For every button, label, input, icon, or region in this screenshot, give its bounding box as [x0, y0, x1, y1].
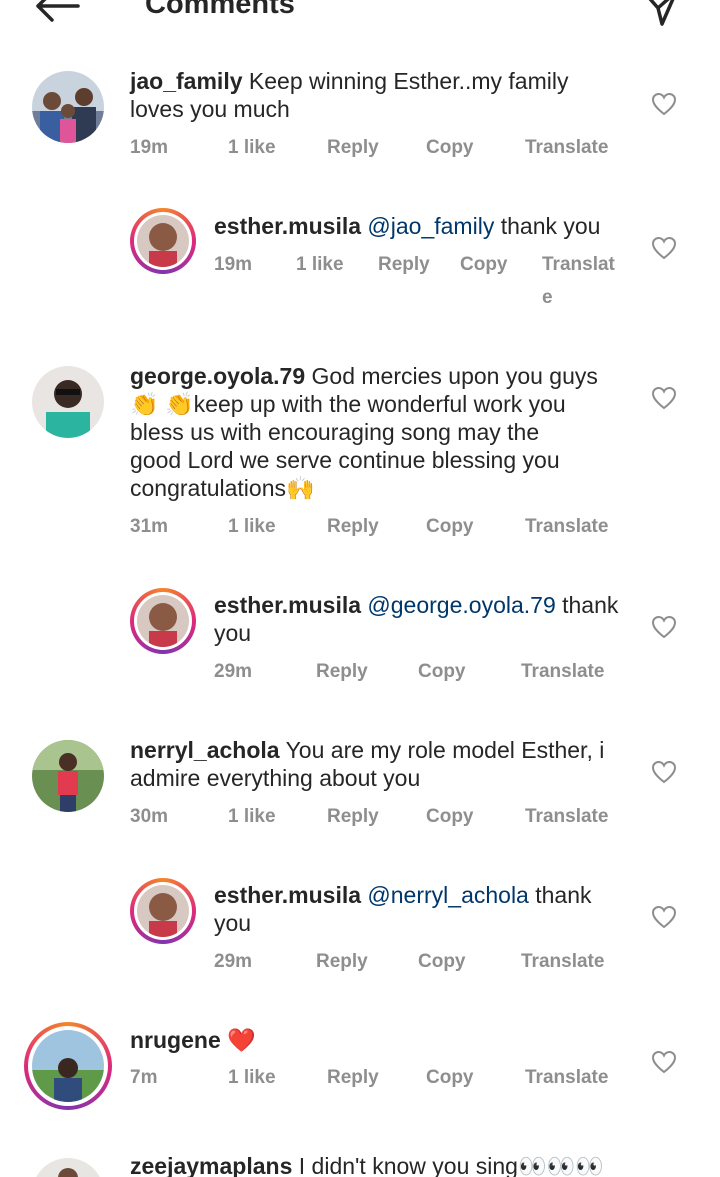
comment-likes[interactable]: 1 like	[296, 254, 344, 276]
avatar[interactable]	[32, 1158, 104, 1177]
translate-button[interactable]: Translate	[525, 137, 608, 159]
comment-time: 19m	[214, 254, 253, 275]
heart-outline-icon[interactable]	[651, 905, 677, 929]
comment-username[interactable]: jao_family	[130, 68, 243, 94]
comment-likes[interactable]: 1 like	[228, 1067, 276, 1089]
avatar[interactable]	[32, 71, 104, 143]
mention-link[interactable]: @jao_family	[367, 213, 494, 239]
translate-button-wrap[interactable]: e	[542, 287, 553, 309]
comment-text: zeejaymaplans I didn't know you sing👀👀👀	[130, 1152, 690, 1177]
reply-button[interactable]: Reply	[316, 661, 368, 683]
comment-time: 29m	[214, 661, 253, 682]
comment-username[interactable]: esther.musila	[214, 592, 361, 618]
comment-username[interactable]: esther.musila	[214, 213, 361, 239]
reply-button[interactable]: Reply	[327, 806, 379, 828]
comment-text: jao_family Keep winning Esther..my famil…	[130, 67, 630, 123]
avatar[interactable]	[130, 878, 196, 944]
comment-body-line-2: loves you much	[130, 96, 290, 122]
heart-outline-icon[interactable]	[651, 386, 677, 410]
heart-outline-icon[interactable]	[651, 760, 677, 784]
comment-body-line-5: congratulations🙌	[130, 475, 315, 501]
comment-likes[interactable]: 1 like	[228, 137, 276, 159]
heart-outline-icon[interactable]	[651, 236, 677, 260]
comment-body-line-2: you	[214, 910, 252, 936]
comment-likes[interactable]: 1 like	[228, 516, 276, 538]
comment-text: esther.musila @nerryl_achola thank you	[214, 881, 634, 937]
comment-text: esther.musila @george.oyola.79 thank you	[214, 591, 634, 647]
comment-text: esther.musila @jao_family thank you	[214, 212, 634, 240]
translate-button[interactable]: Translate	[525, 1067, 608, 1089]
arrow-left-icon[interactable]	[32, 0, 82, 26]
comment-time: 31m	[130, 516, 169, 537]
mention-link[interactable]: @george.oyola.79	[367, 592, 555, 618]
translate-button[interactable]: Translate	[521, 951, 604, 973]
copy-button[interactable]: Copy	[426, 516, 474, 538]
heart-outline-icon[interactable]	[651, 1050, 677, 1074]
comment-time: 30m	[130, 806, 169, 827]
comment-username[interactable]: zeejaymaplans	[130, 1153, 292, 1177]
avatar[interactable]	[32, 740, 104, 812]
comment-body-line-2: you	[214, 620, 252, 646]
comment-body-line-2: 👏 👏keep up with the wonderful work you	[130, 391, 566, 417]
comment-body: I didn't know you sing👀👀👀	[298, 1153, 604, 1177]
translate-button[interactable]: Translate	[525, 806, 608, 828]
reply-button[interactable]: Reply	[327, 1067, 379, 1089]
comment-likes[interactable]: 1 like	[228, 806, 276, 828]
comment-time: 19m	[130, 137, 169, 158]
translate-button[interactable]: Translat	[542, 254, 615, 276]
copy-button[interactable]: Copy	[460, 254, 508, 276]
avatar[interactable]	[130, 588, 196, 654]
avatar[interactable]	[24, 1022, 112, 1110]
comment-username[interactable]: nerryl_achola	[130, 737, 280, 763]
avatar[interactable]	[130, 208, 196, 274]
comment-time: 7m	[130, 1067, 158, 1088]
copy-button[interactable]: Copy	[426, 1067, 474, 1089]
comment-text: nerryl_achola You are my role model Esth…	[130, 736, 630, 792]
comment-text: george.oyola.79 God mercies upon you guy…	[130, 362, 630, 502]
comment-text: nrugene ❤️	[130, 1026, 630, 1054]
comment-username[interactable]: nrugene	[130, 1027, 221, 1053]
translate-button[interactable]: Translate	[525, 516, 608, 538]
comment-body: thank you	[500, 213, 601, 239]
comment-username[interactable]: esther.musila	[214, 882, 361, 908]
comment-body: thank	[562, 592, 619, 618]
page-title: Comments	[145, 0, 295, 20]
heart-outline-icon[interactable]	[651, 92, 677, 116]
comment-body-line-4: good Lord we serve continue blessing you	[130, 447, 560, 473]
comment-item: zeejaymaplans I didn't know you sing👀👀👀	[0, 1150, 720, 1177]
heart-outline-icon[interactable]	[651, 615, 677, 639]
comment-body-line-2: admire everything about you	[130, 765, 421, 791]
avatar[interactable]	[32, 366, 104, 438]
copy-button[interactable]: Copy	[418, 661, 466, 683]
comment-body: thank	[535, 882, 592, 908]
comment-body: You are my role model Esther, i	[285, 737, 605, 763]
header-bar: Comments	[0, 0, 720, 40]
direct-send-icon[interactable]	[640, 0, 680, 28]
reply-button[interactable]: Reply	[378, 254, 430, 276]
translate-button[interactable]: Translate	[521, 661, 604, 683]
comment-body: God mercies upon you guys	[311, 363, 598, 389]
comment-username[interactable]: george.oyola.79	[130, 363, 305, 389]
reply-button[interactable]: Reply	[316, 951, 368, 973]
reply-button[interactable]: Reply	[327, 516, 379, 538]
comment-body-line-3: bless us with encouraging song may the	[130, 419, 540, 445]
comment-body: Keep winning Esther..my family	[248, 68, 569, 94]
reply-button[interactable]: Reply	[327, 137, 379, 159]
copy-button[interactable]: Copy	[426, 137, 474, 159]
copy-button[interactable]: Copy	[426, 806, 474, 828]
copy-button[interactable]: Copy	[418, 951, 466, 973]
mention-link[interactable]: @nerryl_achola	[367, 882, 528, 908]
comment-time: 29m	[214, 951, 253, 972]
comment-body: ❤️	[227, 1027, 256, 1053]
